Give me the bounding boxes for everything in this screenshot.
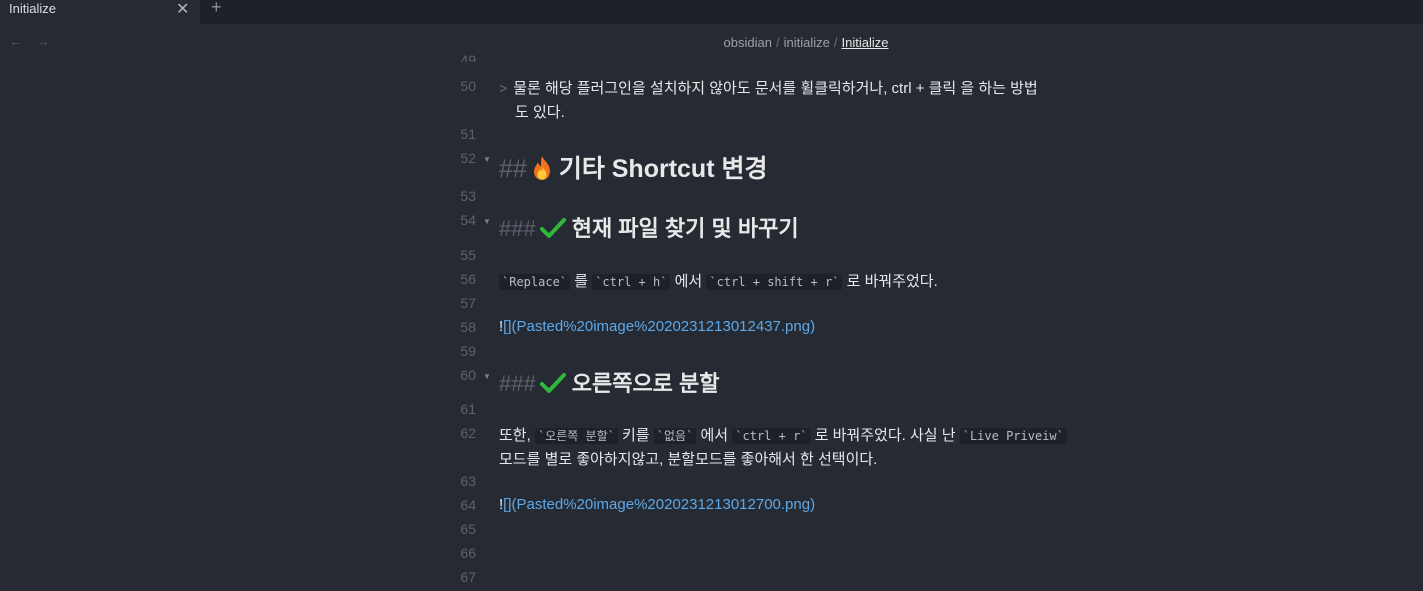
blockquote-line: 도 있다.	[515, 101, 565, 122]
editor[interactable]: 49 50 51 52 53 54 55 56 57 58 59 60 61 6…	[0, 0, 1423, 591]
heading-h2: ## 기타 Shortcut 변경	[499, 149, 767, 185]
line-number: 65	[460, 521, 476, 537]
line-number: 67	[460, 569, 476, 585]
line-number: 60	[460, 367, 476, 383]
inline-code: `오른쪽 분할`	[534, 428, 618, 444]
heading-marker: ###	[499, 216, 536, 241]
heading-h3: ### 오른쪽으로 분할	[499, 366, 720, 398]
line-number: 62	[460, 425, 476, 441]
line-number: 50	[460, 78, 476, 94]
line-number: 56	[460, 271, 476, 287]
heading-h3: ### 현재 파일 찾기 및 바꾸기	[499, 211, 799, 243]
line-number: 55	[460, 247, 476, 263]
image-link[interactable]: [](Pasted%20image%2020231213012700.png)	[503, 496, 815, 513]
line-number: 49	[460, 52, 476, 62]
line-number: 54	[460, 212, 476, 228]
fold-toggle-icon[interactable]: ▼	[483, 372, 491, 381]
line-number: 53	[460, 188, 476, 204]
blockquote-line: > 물론 해당 플러그인을 설치하지 않아도 문서를 휠클릭하거나, ctrl +…	[499, 77, 1038, 98]
heading-text: 현재 파일 찾기 및 바꾸기	[571, 216, 799, 241]
paragraph-line: 또한, `오른쪽 분할` 키를 `없음` 에서 `ctrl + r` 로 바꿔주…	[499, 424, 1067, 445]
paragraph-text: 로 바꿔주었다. 사실 난	[814, 427, 956, 444]
heading-marker: ###	[499, 371, 536, 396]
paragraph-line: 모드를 별로 좋아하지않고, 분할모드를 좋아해서 한 선택이다.	[499, 448, 877, 469]
inline-code: `Live Priveiw`	[959, 428, 1067, 444]
image-embed-line: ![](Pasted%20image%2020231213012700.png)	[499, 496, 815, 513]
blockquote-text: 도 있다.	[515, 104, 565, 121]
heading-marker: ##	[499, 155, 527, 183]
inline-code: `ctrl + shift + r`	[706, 274, 843, 290]
line-number: 64	[460, 497, 476, 513]
line-number: 63	[460, 473, 476, 489]
fire-icon	[533, 156, 550, 180]
paragraph-text: 에서	[700, 427, 729, 444]
inline-code: `없음`	[653, 428, 697, 444]
line-number: 61	[460, 401, 476, 417]
paragraph-line: `Replace` 를 `ctrl + h` 에서 `ctrl + shift …	[499, 270, 938, 291]
check-mark-icon	[539, 373, 566, 393]
line-number: 66	[460, 545, 476, 561]
line-number: 59	[460, 343, 476, 359]
line-number: 57	[460, 295, 476, 311]
blockquote-marker: >	[499, 80, 508, 96]
heading-text: 기타 Shortcut 변경	[558, 155, 768, 183]
paragraph-text: 를	[574, 273, 589, 290]
check-mark-icon	[539, 218, 566, 238]
heading-text: 오른쪽으로 분할	[571, 371, 720, 396]
fold-toggle-icon[interactable]: ▼	[483, 155, 491, 164]
fold-toggle-icon[interactable]: ▼	[483, 217, 491, 226]
line-number: 52	[460, 150, 476, 166]
paragraph-text: 로 바꿔주었다.	[846, 273, 938, 290]
line-number: 51	[460, 126, 476, 142]
image-embed-line: ![](Pasted%20image%2020231213012437.png)	[499, 318, 815, 335]
inline-code: `ctrl + h`	[592, 274, 671, 290]
image-link[interactable]: [](Pasted%20image%2020231213012437.png)	[503, 318, 815, 335]
inline-code: `ctrl + r`	[732, 428, 811, 444]
inline-code: `Replace`	[499, 274, 571, 290]
paragraph-text: 키를	[622, 427, 650, 444]
paragraph-text: 에서	[674, 273, 703, 290]
blockquote-text: 물론 해당 플러그인을 설치하지 않아도 문서를 휠클릭하거나, ctrl + …	[513, 80, 1038, 97]
paragraph-text: 모드를 별로 좋아하지않고, 분할모드를 좋아해서 한 선택이다.	[499, 451, 878, 468]
paragraph-text: 또한,	[499, 427, 531, 444]
line-number: 58	[460, 319, 476, 335]
